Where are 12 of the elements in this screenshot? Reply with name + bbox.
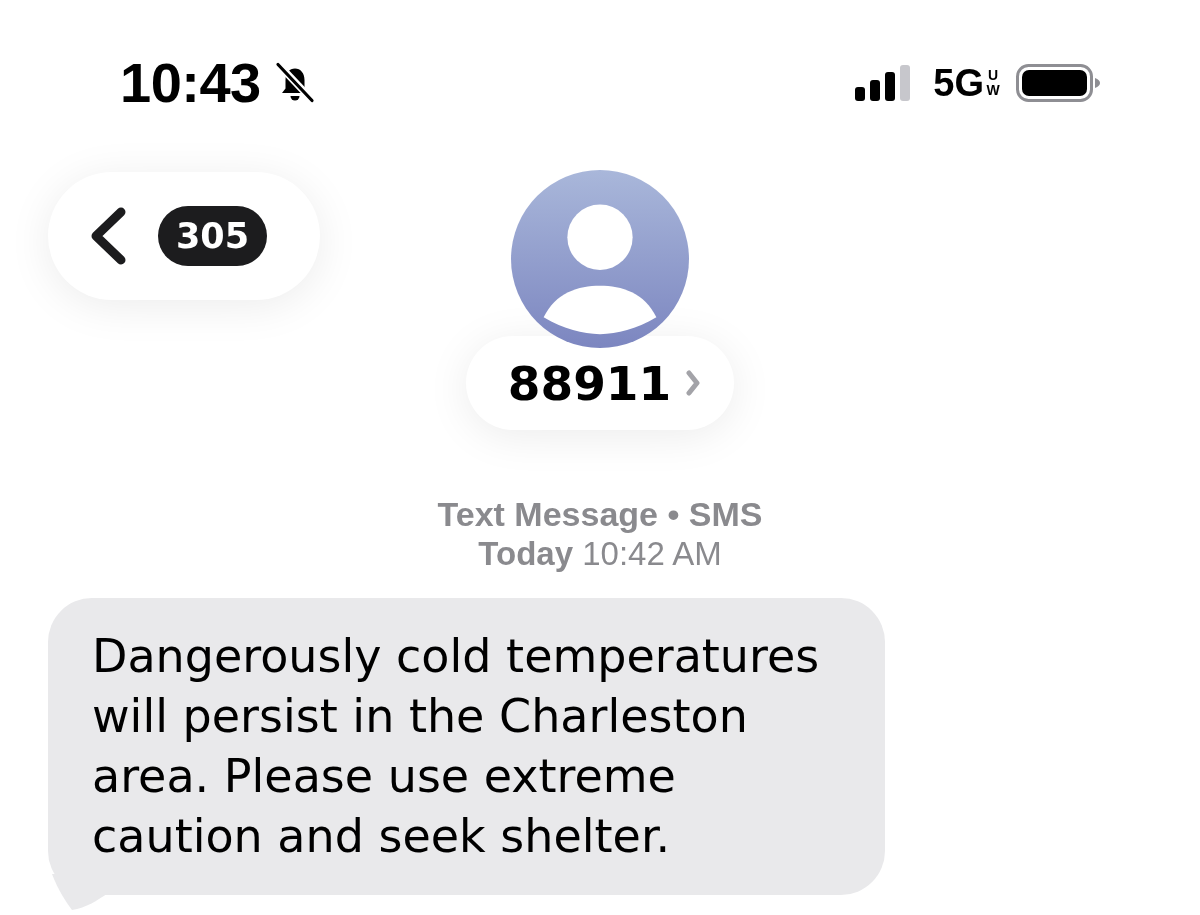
contact-avatar-icon [511, 170, 689, 348]
status-time: 10:43 [120, 55, 261, 111]
network-suffix-label: UW [986, 68, 1000, 98]
back-button[interactable]: 305 [48, 172, 320, 300]
message-text: Dangerously cold temperatures will persist in the Charleston area. Please use extreme caution and seek shelter. [92, 628, 821, 865]
network-type-label: 5G [933, 63, 984, 103]
signal-bars-icon [855, 65, 912, 101]
unread-count-badge: 305 [158, 206, 268, 266]
chevron-right-icon [685, 370, 702, 396]
message-service-label: Text Message • SMS [437, 494, 763, 534]
battery-icon [1016, 64, 1100, 102]
message-timestamp: Today 10:42 AM [478, 534, 722, 574]
